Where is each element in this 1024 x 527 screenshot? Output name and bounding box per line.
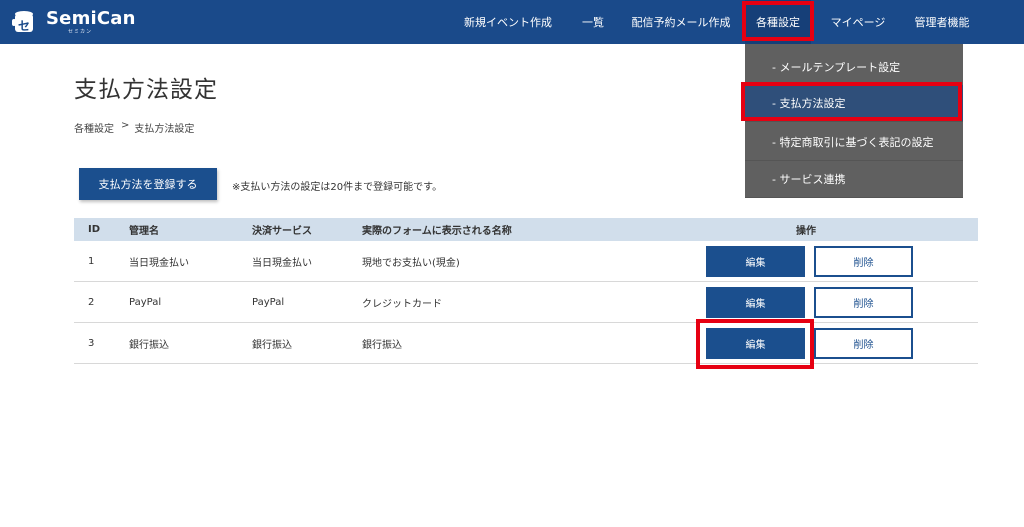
column-header-actions: 操作	[796, 226, 816, 237]
cell-service: 当日現金払い	[252, 257, 312, 269]
edit-button[interactable]: 編集	[706, 246, 805, 277]
cell-service: PayPal	[252, 296, 285, 308]
column-header-service: 決済サービス	[252, 226, 312, 237]
cell-name: 当日現金払い	[129, 257, 189, 269]
table-row: 3 銀行振込 銀行振込 銀行振込 編集 削除	[74, 323, 978, 364]
dropdown-item-commercial-law[interactable]: - 特定商取引に基づく表記の設定	[745, 124, 963, 161]
dropdown-item-service-integration[interactable]: - サービス連携	[745, 161, 963, 198]
cell-id: 2	[88, 296, 95, 308]
svg-text:セ: セ	[18, 19, 30, 33]
cell-display-name: クレジットカード	[362, 298, 442, 310]
breadcrumb-parent[interactable]: 各種設定	[74, 120, 114, 135]
semican-logo[interactable]: セ SemiCan セミカン	[10, 6, 136, 38]
breadcrumb-current: 支払方法設定	[134, 124, 195, 135]
breadcrumb-separator: >	[121, 120, 130, 131]
register-payment-method-button[interactable]: 支払方法を登録する	[79, 168, 217, 200]
table-row: 2 PayPal PayPal クレジットカード 編集 削除	[74, 282, 978, 323]
nav-mypage[interactable]: マイページ	[822, 0, 894, 44]
highlight-settings-nav	[742, 1, 814, 41]
breadcrumb: 各種設定 > 支払方法設定	[74, 120, 194, 135]
nav-list[interactable]: 一覧	[572, 0, 614, 44]
settings-dropdown-menu: - メールテンプレート設定 - 支払方法設定 - 特定商取引に基づく表記の設定 …	[745, 44, 963, 198]
column-header-id: ID	[88, 224, 101, 235]
delete-button[interactable]: 削除	[814, 246, 913, 277]
nav-scheduled-mail[interactable]: 配信予約メール作成	[625, 0, 737, 44]
logo-subtitle: セミカン	[68, 28, 93, 35]
dropdown-item-mail-template[interactable]: - メールテンプレート設定	[745, 49, 963, 86]
logo-title: SemiCan	[46, 7, 136, 29]
nav-admin[interactable]: 管理者機能	[904, 0, 980, 44]
cell-id: 3	[88, 337, 95, 349]
highlight-edit-button-row3	[696, 319, 814, 369]
column-header-display-name: 実際のフォームに表示される名称	[362, 226, 512, 237]
cell-name: 銀行振込	[129, 339, 169, 351]
table-row: 1 当日現金払い 当日現金払い 現地でお支払い(現金) 編集 削除	[74, 241, 978, 282]
highlight-payment-method-item	[741, 82, 962, 121]
delete-button[interactable]: 削除	[814, 287, 913, 318]
register-limit-note: ※支払い方法の設定は20件まで登録可能です。	[232, 182, 443, 193]
table-header: ID 管理名 決済サービス 実際のフォームに表示される名称 操作	[74, 218, 978, 241]
cell-name: PayPal	[129, 296, 162, 308]
semican-logo-icon: セ	[10, 8, 38, 36]
cell-display-name: 銀行振込	[362, 339, 402, 351]
nav-new-event[interactable]: 新規イベント作成	[456, 0, 560, 44]
cell-id: 1	[88, 255, 95, 267]
edit-button[interactable]: 編集	[706, 287, 805, 318]
payment-methods-table: ID 管理名 決済サービス 実際のフォームに表示される名称 操作 1 当日現金払…	[74, 218, 978, 364]
delete-button[interactable]: 削除	[814, 328, 913, 359]
cell-display-name: 現地でお支払い(現金)	[362, 257, 460, 269]
cell-service: 銀行振込	[252, 339, 292, 351]
top-header: セ SemiCan セミカン 新規イベント作成 一覧 配信予約メール作成 各種設…	[0, 0, 1024, 44]
column-header-name: 管理名	[129, 226, 159, 237]
page-title: 支払方法設定	[74, 77, 218, 103]
